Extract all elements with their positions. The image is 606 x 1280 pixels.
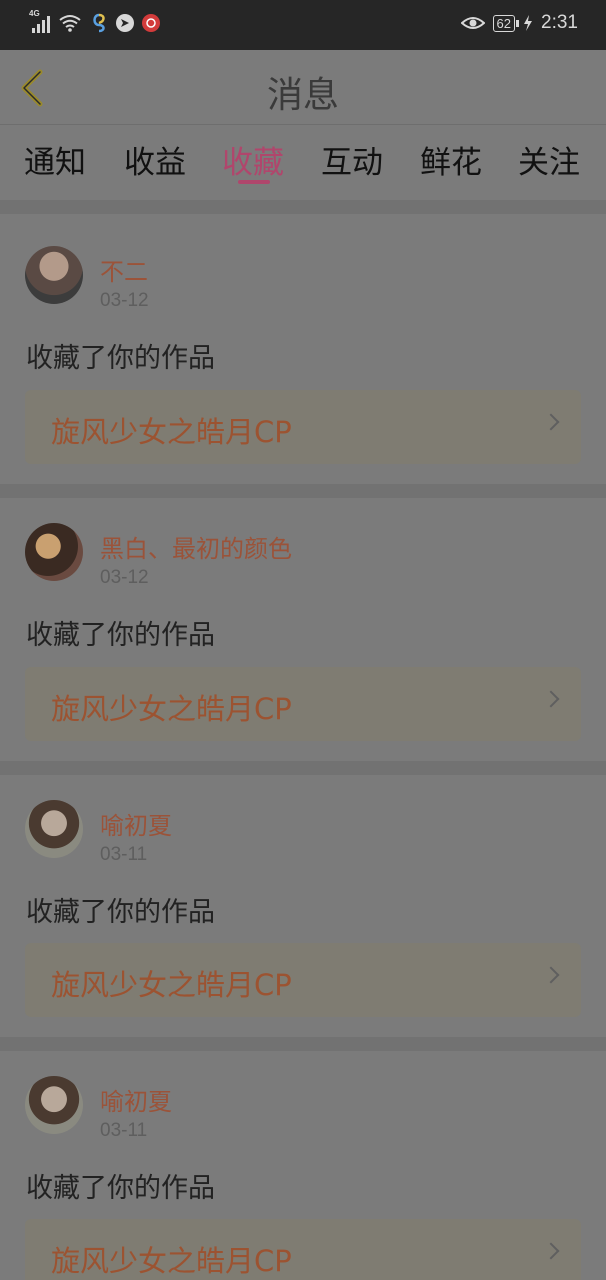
tab-favorites[interactable]: 收藏 — [222, 137, 284, 182]
work-title: 旋风少女之皓月CP — [51, 1244, 292, 1278]
avatar[interactable] — [25, 1076, 83, 1134]
charging-icon — [524, 15, 533, 31]
message-date: 03-11 — [100, 844, 148, 865]
work-title: 旋风少女之皓月CP — [51, 968, 292, 1002]
app-header: 消息 — [0, 50, 606, 125]
signal-icon: 4G — [29, 9, 50, 33]
avatar[interactable] — [25, 523, 83, 581]
battery-indicator: 62 — [492, 14, 520, 32]
avatar[interactable] — [25, 246, 83, 304]
work-link[interactable]: 旋风少女之皓月CP — [25, 1219, 581, 1280]
username[interactable]: 喻初夏 — [100, 1082, 172, 1117]
active-tab-indicator — [238, 180, 270, 184]
chevron-right-icon — [542, 413, 560, 431]
action-text: 收藏了你的作品 — [26, 620, 215, 651]
tab-notifications[interactable]: 通知 — [24, 137, 86, 182]
work-title: 旋风少女之皓月CP — [51, 692, 292, 726]
action-text: 收藏了你的作品 — [26, 1173, 215, 1204]
app-icon — [93, 13, 105, 33]
netease-icon — [142, 14, 160, 32]
status-bar: 4G 62 2:31 — [0, 0, 606, 50]
message-card: 喻初夏 03-11 收藏了你的作品 旋风少女之皓月CP — [0, 1044, 606, 1280]
message-card: 黑白、最初的颜色 03-12 收藏了你的作品 旋风少女之皓月CP — [0, 491, 606, 761]
message-date: 03-12 — [100, 567, 149, 588]
status-left: 4G — [29, 9, 160, 33]
tab-interactions[interactable]: 互动 — [321, 137, 383, 182]
clock: 2:31 — [541, 12, 578, 33]
status-right: 62 2:31 — [460, 12, 578, 34]
username[interactable]: 黑白、最初的颜色 — [100, 529, 292, 564]
chevron-right-icon — [542, 1242, 560, 1260]
tab-follows[interactable]: 关注 — [518, 137, 580, 182]
divider — [0, 200, 606, 214]
message-date: 03-12 — [100, 290, 149, 311]
message-date: 03-11 — [100, 1120, 148, 1141]
work-link[interactable]: 旋风少女之皓月CP — [25, 390, 581, 464]
tab-bar: 通知 收益 收藏 互动 鲜花 关注 — [0, 125, 606, 195]
message-icon — [116, 14, 134, 32]
avatar[interactable] — [25, 800, 83, 858]
action-text: 收藏了你的作品 — [26, 343, 215, 374]
chevron-right-icon — [542, 690, 560, 708]
action-text: 收藏了你的作品 — [26, 897, 215, 928]
message-card: 喻初夏 03-11 收藏了你的作品 旋风少女之皓月CP — [0, 768, 606, 1038]
page-title: 消息 — [266, 75, 339, 116]
eye-icon — [460, 17, 485, 29]
username[interactable]: 不二 — [100, 252, 148, 287]
work-link[interactable]: 旋风少女之皓月CP — [25, 667, 581, 741]
chevron-right-icon — [542, 966, 560, 984]
work-title: 旋风少女之皓月CP — [51, 415, 292, 449]
wifi-icon — [59, 15, 81, 32]
message-card: 不二 03-12 收藏了你的作品 旋风少女之皓月CP — [0, 214, 606, 484]
tab-flowers[interactable]: 鲜花 — [420, 137, 482, 182]
tab-earnings[interactable]: 收益 — [124, 137, 186, 182]
username[interactable]: 喻初夏 — [100, 806, 172, 841]
work-link[interactable]: 旋风少女之皓月CP — [25, 943, 581, 1017]
